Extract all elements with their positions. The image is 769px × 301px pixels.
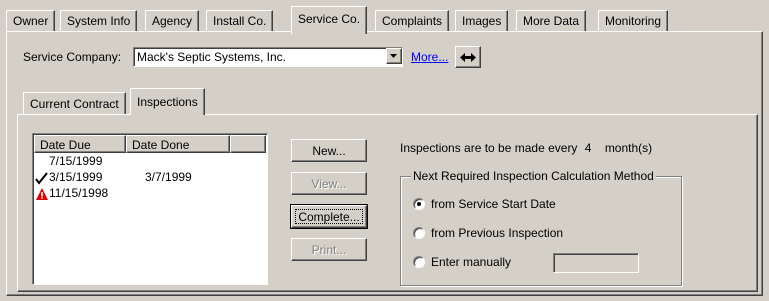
left-right-arrow-icon <box>460 52 476 62</box>
date-due-cell: 11/15/1998 <box>49 186 109 200</box>
frequency-prefix: Inspections are to be made every <box>400 141 578 155</box>
tab-monitoring[interactable]: Monitoring <box>598 10 669 32</box>
inspection-frequency: Inspections are to be made every 4 month… <box>400 141 652 155</box>
tab-service-co-label: Service Co. <box>298 12 361 26</box>
list-header: Date Due Date Done <box>34 135 266 153</box>
dropdown-arrow-button[interactable] <box>386 48 402 64</box>
print-button-label: Print... <box>311 243 347 257</box>
radio-enter-manually[interactable]: Enter manually <box>413 253 673 273</box>
new-button-label: New... <box>312 144 346 158</box>
column-date-done[interactable]: Date Done <box>126 135 230 153</box>
new-button[interactable]: New... <box>291 139 367 162</box>
more-link[interactable]: More... <box>411 50 448 64</box>
frequency-unit: month(s) <box>604 141 653 155</box>
subtab-current-contract[interactable]: Current Contract <box>23 92 126 114</box>
tab-service-co[interactable]: Service Co. <box>291 6 368 34</box>
tab-monitoring-label: Monitoring <box>605 14 662 28</box>
focus-rect <box>295 209 363 224</box>
service-company-dropdown[interactable]: Mack's Septic Systems, Inc. <box>133 47 403 67</box>
tab-agency-label: Agency <box>152 14 193 28</box>
inspections-list[interactable]: Date Due Date Done 7/15/1999 3/15/1999 3… <box>32 133 268 285</box>
view-button-label: View... <box>311 177 347 191</box>
tab-complaints[interactable]: Complaints <box>375 10 450 32</box>
radio-service-start-date[interactable]: from Service Start Date <box>413 197 556 211</box>
date-done-cell: 3/7/1999 <box>145 170 192 184</box>
group-legend: Next Required Inspection Calculation Met… <box>411 169 656 183</box>
print-button[interactable]: Print... <box>291 238 367 261</box>
service-company-label: Service Company: <box>23 50 122 64</box>
radio-label: from Previous Inspection <box>431 226 564 240</box>
subtab-inspections-label: Inspections <box>137 95 198 109</box>
view-button[interactable]: View... <box>291 172 367 195</box>
tab-complaints-label: Complaints <box>382 14 443 28</box>
tab-more-data-label: More Data <box>523 14 580 28</box>
tab-install-co[interactable]: Install Co. <box>206 10 274 32</box>
date-due-cell: 7/15/1999 <box>49 154 103 168</box>
tab-images-label: Images <box>462 14 502 28</box>
chevron-down-icon <box>390 53 397 58</box>
date-due-cell: 3/15/1999 <box>49 170 103 184</box>
service-company-value: Mack's Septic Systems, Inc. <box>137 50 286 64</box>
warning-icon <box>36 188 48 200</box>
subtab-inspections[interactable]: Inspections <box>130 88 205 115</box>
subtab-current-contract-label: Current Contract <box>30 97 119 111</box>
radio-label: from Service Start Date <box>431 197 556 211</box>
tab-system-info[interactable]: System Info <box>60 10 138 32</box>
tab-owner-label: Owner <box>13 14 49 28</box>
tab-install-co-label: Install Co. <box>213 14 267 28</box>
radio-label: Enter manually <box>431 255 512 269</box>
tab-system-info-label: System Info <box>67 14 131 28</box>
radio-button[interactable] <box>413 227 425 239</box>
service-co-panel: Service Company: Mack's Septic Systems, … <box>6 31 763 296</box>
inspections-panel: Date Due Date Done 7/15/1999 3/15/1999 3… <box>17 114 758 292</box>
manual-date-field[interactable] <box>553 253 639 273</box>
radio-previous-inspection[interactable]: from Previous Inspection <box>413 226 563 240</box>
column-extra[interactable] <box>230 135 266 153</box>
swap-button[interactable] <box>455 46 481 68</box>
complete-button[interactable]: Complete... <box>290 204 368 229</box>
tab-more-data[interactable]: More Data <box>516 10 587 32</box>
radio-button[interactable] <box>413 256 425 268</box>
column-date-due[interactable]: Date Due <box>34 135 126 153</box>
checkmark-icon <box>35 172 48 185</box>
tab-owner[interactable]: Owner <box>6 10 56 32</box>
radio-button[interactable] <box>413 198 425 210</box>
tab-images[interactable]: Images <box>455 10 509 32</box>
frequency-value: 4 <box>584 141 592 155</box>
tab-agency[interactable]: Agency <box>145 10 200 32</box>
calculation-method-group: Next Required Inspection Calculation Met… <box>400 169 682 286</box>
